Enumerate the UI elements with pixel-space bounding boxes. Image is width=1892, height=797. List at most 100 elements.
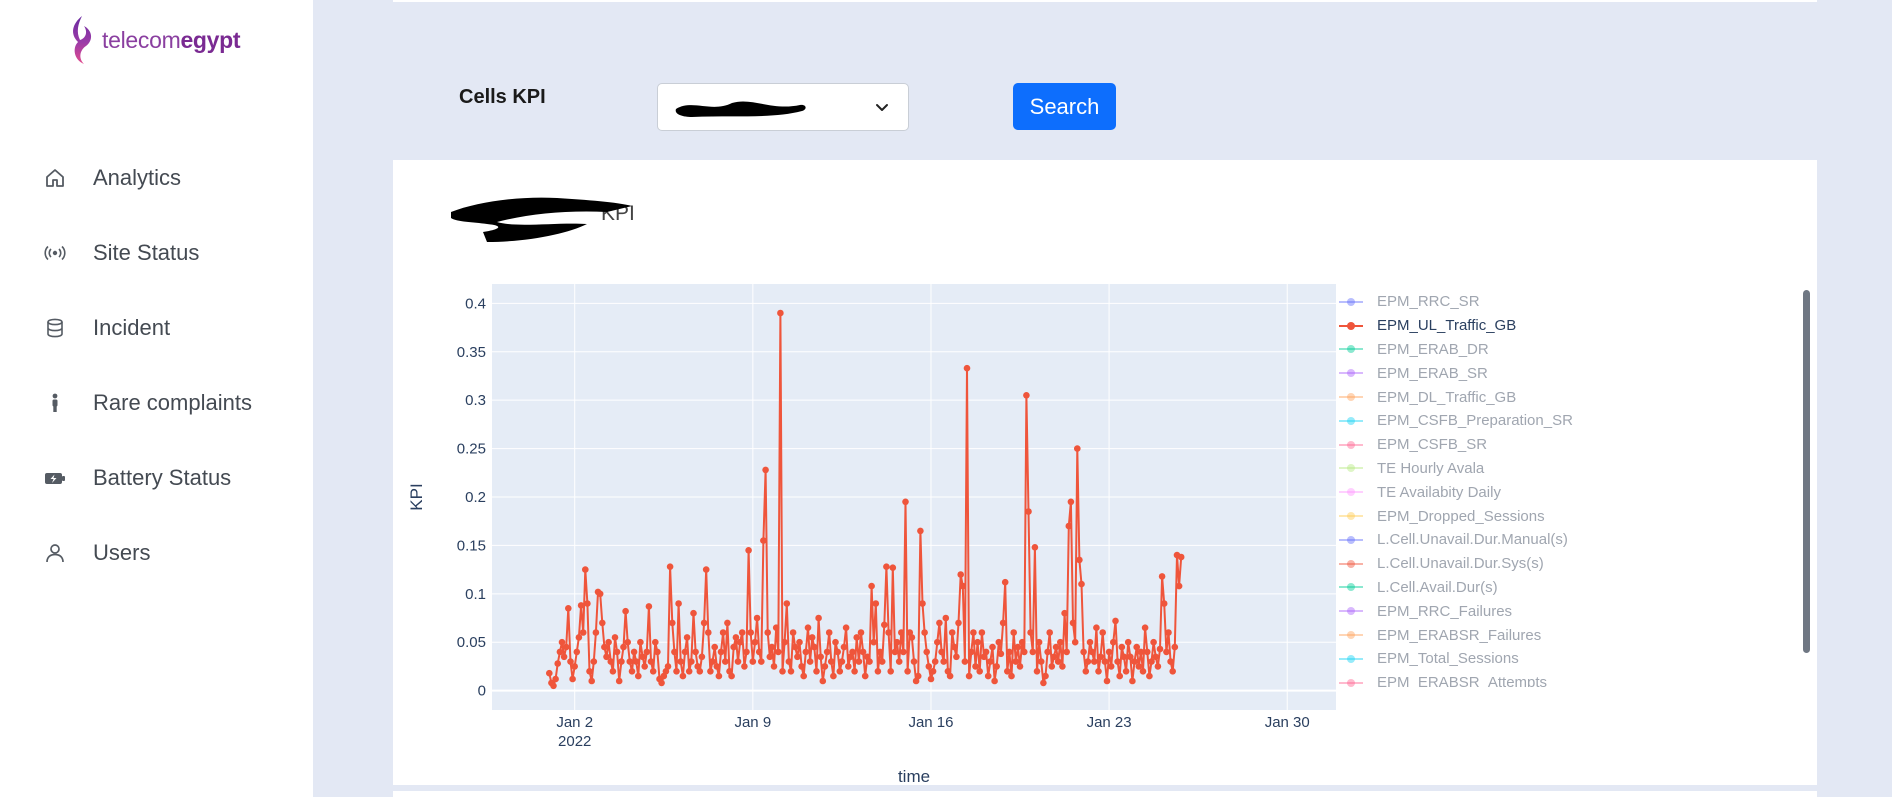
data-point[interactable] xyxy=(772,624,780,631)
data-point[interactable] xyxy=(758,658,765,665)
data-point[interactable] xyxy=(666,563,674,570)
data-point[interactable] xyxy=(741,663,748,670)
legend-scrollbar[interactable] xyxy=(1803,290,1810,653)
data-point[interactable] xyxy=(1040,679,1047,687)
data-point[interactable] xyxy=(679,672,687,680)
data-point[interactable] xyxy=(815,614,822,622)
data-point[interactable] xyxy=(813,668,820,675)
data-point[interactable] xyxy=(1129,677,1136,685)
data-point[interactable] xyxy=(1116,672,1123,680)
data-point[interactable] xyxy=(755,648,763,656)
data-point[interactable] xyxy=(554,660,561,667)
data-point[interactable] xyxy=(775,648,782,656)
data-point[interactable] xyxy=(1044,648,1051,656)
data-point[interactable] xyxy=(931,658,939,665)
data-point[interactable] xyxy=(1171,643,1179,651)
data-point[interactable] xyxy=(571,663,578,670)
data-point[interactable] xyxy=(628,668,636,675)
data-point[interactable] xyxy=(637,638,644,646)
data-point[interactable] xyxy=(743,648,750,656)
legend-item[interactable]: EPM_CSFB_SR xyxy=(1339,433,1617,457)
data-point[interactable] xyxy=(872,600,880,607)
legend-item[interactable]: EPM_ERABSR_Attempts xyxy=(1339,671,1617,687)
data-point[interactable] xyxy=(921,629,928,636)
data-point[interactable] xyxy=(730,643,737,651)
data-point[interactable] xyxy=(936,619,943,627)
data-point[interactable] xyxy=(1122,668,1130,675)
data-point[interactable] xyxy=(762,466,769,474)
data-point[interactable] xyxy=(624,638,631,646)
data-point[interactable] xyxy=(722,658,729,665)
data-point[interactable] xyxy=(857,629,865,636)
data-point[interactable] xyxy=(1078,580,1085,588)
data-point[interactable] xyxy=(940,658,947,665)
data-point[interactable] xyxy=(777,309,784,317)
data-point[interactable] xyxy=(675,600,682,607)
data-point[interactable] xyxy=(953,653,960,661)
data-point[interactable] xyxy=(1137,648,1145,656)
data-point[interactable] xyxy=(1146,672,1153,680)
data-point[interactable] xyxy=(622,607,629,615)
sidebar-item-rare-complaints[interactable]: Rare complaints xyxy=(0,365,313,440)
data-point[interactable] xyxy=(615,677,623,685)
data-point[interactable] xyxy=(768,643,776,651)
data-point[interactable] xyxy=(999,619,1007,627)
data-point[interactable] xyxy=(611,634,619,641)
data-point[interactable] xyxy=(664,663,672,670)
data-point[interactable] xyxy=(904,668,911,675)
data-point[interactable] xyxy=(599,619,606,627)
data-point[interactable] xyxy=(688,658,695,665)
data-point[interactable] xyxy=(870,638,877,646)
data-point[interactable] xyxy=(1156,645,1164,653)
data-point[interactable] xyxy=(1006,648,1013,656)
data-point[interactable] xyxy=(1107,663,1115,670)
data-point[interactable] xyxy=(965,672,973,680)
data-point[interactable] xyxy=(883,563,890,570)
data-point[interactable] xyxy=(1165,629,1172,636)
data-point[interactable] xyxy=(948,629,956,636)
data-point[interactable] xyxy=(1008,672,1015,680)
data-point[interactable] xyxy=(1033,668,1041,675)
data-point[interactable] xyxy=(573,648,581,656)
legend-item[interactable]: EPM_RRC_Failures xyxy=(1339,599,1617,623)
data-point[interactable] xyxy=(1175,582,1183,590)
data-point[interactable] xyxy=(1139,668,1147,675)
data-point[interactable] xyxy=(560,653,568,661)
data-point[interactable] xyxy=(1105,648,1113,656)
data-point[interactable] xyxy=(1112,617,1119,625)
data-point[interactable] xyxy=(978,629,986,636)
data-point[interactable] xyxy=(630,648,638,656)
data-point[interactable] xyxy=(1118,643,1126,651)
data-point[interactable] xyxy=(584,600,591,607)
data-point[interactable] xyxy=(794,653,801,661)
data-point[interactable] xyxy=(1160,600,1168,607)
data-point[interactable] xyxy=(700,619,708,627)
legend-item[interactable]: L.Cell.Avail.Dur(s) xyxy=(1339,576,1617,600)
data-point[interactable] xyxy=(760,537,767,544)
data-point[interactable] xyxy=(1103,677,1111,685)
data-point[interactable] xyxy=(823,648,831,656)
data-point[interactable] xyxy=(1169,668,1176,675)
data-point[interactable] xyxy=(955,619,962,627)
data-point[interactable] xyxy=(707,668,714,675)
data-point[interactable] xyxy=(1074,445,1081,452)
data-point[interactable] xyxy=(579,629,587,636)
data-point[interactable] xyxy=(671,648,678,656)
data-point[interactable] xyxy=(819,677,827,685)
data-point[interactable] xyxy=(1023,392,1030,399)
data-point[interactable] xyxy=(834,648,841,656)
data-point[interactable] xyxy=(825,629,833,636)
data-point[interactable] xyxy=(970,629,977,636)
data-point[interactable] xyxy=(851,668,858,675)
data-point[interactable] xyxy=(830,672,837,680)
legend-item[interactable]: L.Cell.Unavail.Dur.Sys(s) xyxy=(1339,552,1617,576)
data-point[interactable] xyxy=(552,675,559,683)
data-point[interactable] xyxy=(685,668,693,675)
data-point[interactable] xyxy=(1099,629,1106,636)
data-point[interactable] xyxy=(652,638,659,646)
data-point[interactable] xyxy=(1120,653,1128,661)
data-point[interactable] xyxy=(1091,658,1098,665)
data-point[interactable] xyxy=(565,605,572,612)
data-point[interactable] xyxy=(1037,658,1045,665)
data-point[interactable] xyxy=(902,498,909,506)
